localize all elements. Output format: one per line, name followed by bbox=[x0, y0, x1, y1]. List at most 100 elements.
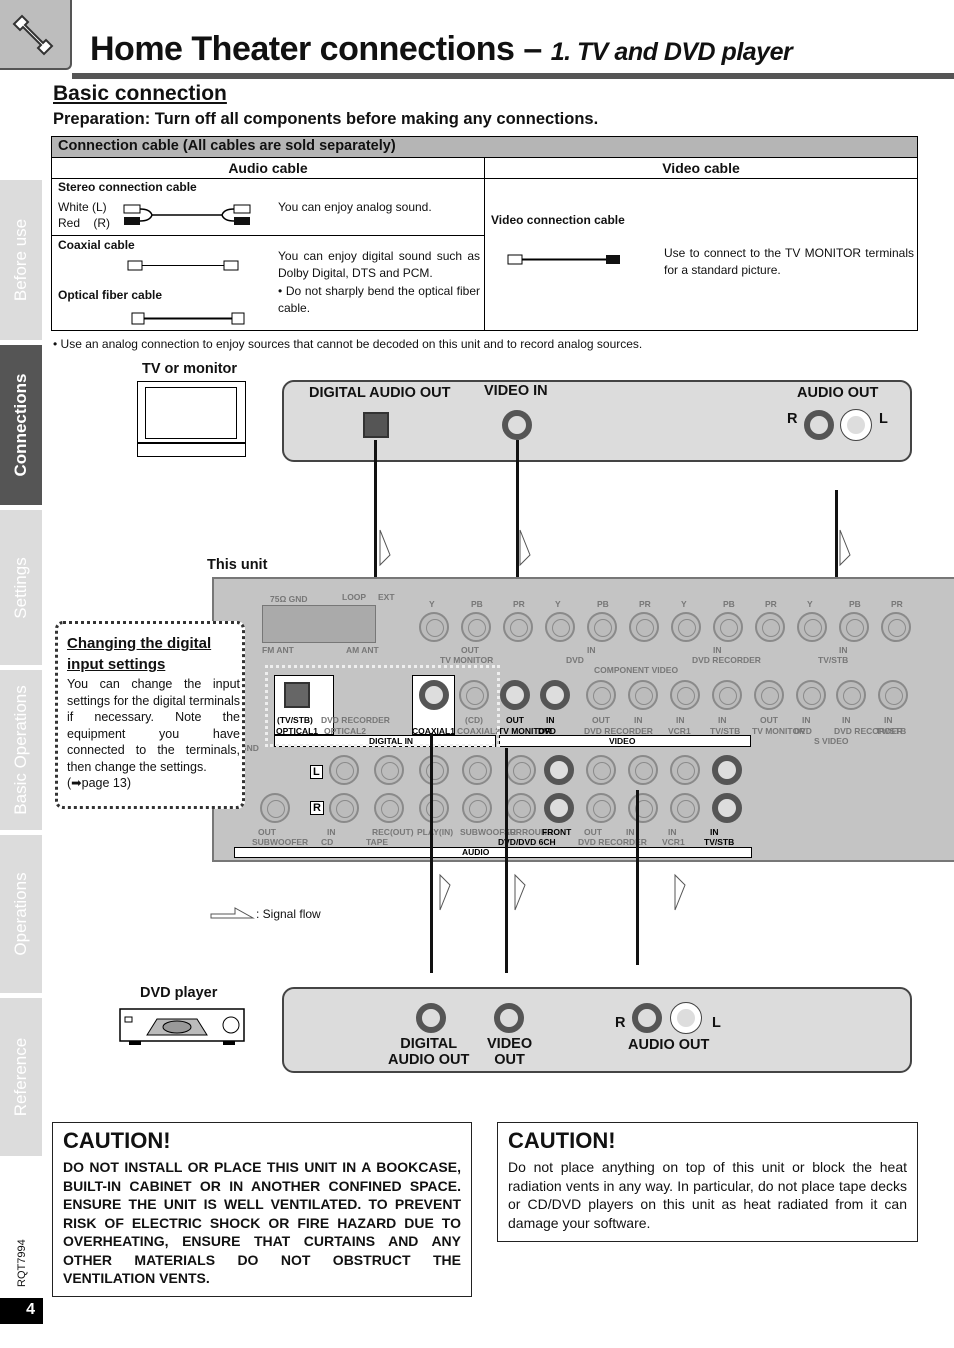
component-jack-label: PR bbox=[765, 599, 777, 609]
s-video-jack[interactable] bbox=[878, 680, 908, 710]
dvd-video-out-jack[interactable] bbox=[494, 1003, 524, 1033]
s-video-jack-dir: IN bbox=[842, 715, 851, 725]
audio-jack[interactable] bbox=[419, 755, 449, 785]
dvd-audio-out-r-jack[interactable] bbox=[632, 1003, 662, 1033]
coaxial-cable-name: Coaxial cable bbox=[58, 238, 135, 252]
video-jack-dir: OUT bbox=[592, 715, 610, 725]
audio-jack[interactable] bbox=[260, 793, 290, 823]
video-cable-icon bbox=[507, 254, 620, 265]
audio-jack[interactable] bbox=[329, 755, 359, 785]
dvd-digital-audio-out-jack[interactable] bbox=[416, 1003, 446, 1033]
audio-jack[interactable] bbox=[628, 755, 658, 785]
component-jack[interactable] bbox=[839, 612, 869, 642]
s-video-jack[interactable] bbox=[836, 680, 866, 710]
divider bbox=[52, 235, 484, 236]
audio-jack[interactable] bbox=[544, 793, 574, 823]
audio-jack[interactable] bbox=[462, 793, 492, 823]
dvd-digital-audio-out-label: DIGITAL AUDIO OUT bbox=[388, 1036, 470, 1068]
tv-audio-out-r-jack[interactable] bbox=[804, 410, 834, 440]
title-sub: 1. TV and DVD player bbox=[550, 38, 793, 66]
component-jack[interactable] bbox=[629, 612, 659, 642]
caution-box-ventilation: CAUTION! DO NOT INSTALL OR PLACE THIS UN… bbox=[52, 1122, 472, 1297]
audio-jack[interactable] bbox=[374, 793, 404, 823]
antenna-terminals[interactable] bbox=[262, 605, 376, 643]
optical1-jack[interactable] bbox=[284, 682, 310, 708]
audio-jack[interactable] bbox=[506, 793, 536, 823]
component-jack[interactable] bbox=[545, 612, 575, 642]
stereo-red-label: Red (R) bbox=[58, 216, 111, 230]
component-jack-label: Y bbox=[555, 599, 561, 609]
audio-jack[interactable] bbox=[628, 793, 658, 823]
video-jack-dir: IN bbox=[676, 715, 685, 725]
audio-jack[interactable] bbox=[329, 793, 359, 823]
video-jack[interactable] bbox=[712, 680, 742, 710]
component-group-name: TV/STB bbox=[818, 655, 849, 665]
component-jack[interactable] bbox=[671, 612, 701, 642]
video-jack-dir: IN bbox=[546, 715, 555, 725]
side-tab-reference[interactable]: Reference bbox=[0, 998, 42, 1156]
audio-jack[interactable] bbox=[544, 755, 574, 785]
audio-jack[interactable] bbox=[670, 755, 700, 785]
title-rule bbox=[72, 73, 954, 79]
side-tab-settings[interactable]: Settings bbox=[0, 510, 42, 665]
tv-optical-jack[interactable] bbox=[363, 412, 389, 438]
signal-flow-arrow bbox=[379, 529, 391, 567]
side-tab-before-use[interactable]: Before use bbox=[0, 180, 42, 340]
coaxial2-jack[interactable] bbox=[459, 680, 489, 710]
coaxial1-jack[interactable] bbox=[419, 680, 449, 710]
component-jack[interactable] bbox=[461, 612, 491, 642]
component-jack[interactable] bbox=[797, 612, 827, 642]
dvd-audio-out-l-jack[interactable] bbox=[670, 1002, 702, 1034]
s-video-jack[interactable] bbox=[796, 680, 826, 710]
antenna-ext-label: EXT bbox=[378, 592, 395, 602]
audio-jack[interactable] bbox=[586, 755, 616, 785]
dvd-audio-l-label: L bbox=[712, 1015, 721, 1031]
s-video-jack[interactable] bbox=[754, 680, 784, 710]
side-tab-connections[interactable]: Connections bbox=[0, 345, 42, 505]
signal-flow-arrows-bottom bbox=[439, 873, 686, 911]
tv-audio-r-label: R bbox=[787, 411, 798, 427]
caution-body: DO NOT INSTALL OR PLACE THIS UNIT IN A B… bbox=[63, 1159, 461, 1286]
audio-jack[interactable] bbox=[506, 755, 536, 785]
doc-code: RQT7994 bbox=[16, 1239, 28, 1287]
audio-jack[interactable] bbox=[374, 755, 404, 785]
audio-jack-name: VCR1 bbox=[662, 837, 685, 847]
audio-jack[interactable] bbox=[712, 755, 742, 785]
video-cable-header: Video cable bbox=[485, 158, 917, 179]
video-jack[interactable] bbox=[670, 680, 700, 710]
side-tab-basic-operations[interactable]: Basic Operations bbox=[0, 670, 42, 830]
dvd-terminal-panel bbox=[282, 987, 912, 1073]
tv-audio-out-l-jack[interactable] bbox=[840, 409, 872, 441]
tv-digital-audio-out-label: DIGITAL AUDIO OUT bbox=[309, 385, 451, 401]
side-tab-label: Reference bbox=[11, 1037, 30, 1117]
side-tab-label: Settings bbox=[11, 556, 30, 619]
audio-cable-header: Audio cable bbox=[52, 158, 484, 179]
component-jack[interactable] bbox=[419, 612, 449, 642]
video-jack[interactable] bbox=[586, 680, 616, 710]
signal-flow-arrow bbox=[514, 873, 526, 911]
side-tab-operations[interactable]: Operations bbox=[0, 835, 42, 993]
video-jack[interactable] bbox=[500, 680, 530, 710]
component-group-dir: IN bbox=[839, 645, 848, 655]
audio-jack[interactable] bbox=[670, 793, 700, 823]
component-jack-label: PR bbox=[891, 599, 903, 609]
audio-jack[interactable] bbox=[462, 755, 492, 785]
side-tab-label: Connections bbox=[11, 373, 30, 477]
audio-jack[interactable] bbox=[419, 793, 449, 823]
video-jack[interactable] bbox=[540, 680, 570, 710]
component-jack[interactable] bbox=[503, 612, 533, 642]
component-jack[interactable] bbox=[713, 612, 743, 642]
audio-jack[interactable] bbox=[586, 793, 616, 823]
tv-video-in-jack[interactable] bbox=[502, 410, 532, 440]
video-jack[interactable] bbox=[628, 680, 658, 710]
component-jack[interactable] bbox=[587, 612, 617, 642]
component-jack[interactable] bbox=[881, 612, 911, 642]
audio-jack[interactable] bbox=[712, 793, 742, 823]
optical-cable-name: Optical fiber cable bbox=[58, 288, 163, 302]
coaxial-cable-dvd bbox=[430, 733, 433, 973]
audio-title: AUDIO bbox=[462, 847, 490, 857]
component-jack[interactable] bbox=[755, 612, 785, 642]
video-jack-dir: IN bbox=[718, 715, 727, 725]
s-video-jack-dir: OUT bbox=[760, 715, 778, 725]
tip-page-ref[interactable]: (➡page 13) bbox=[67, 775, 131, 790]
